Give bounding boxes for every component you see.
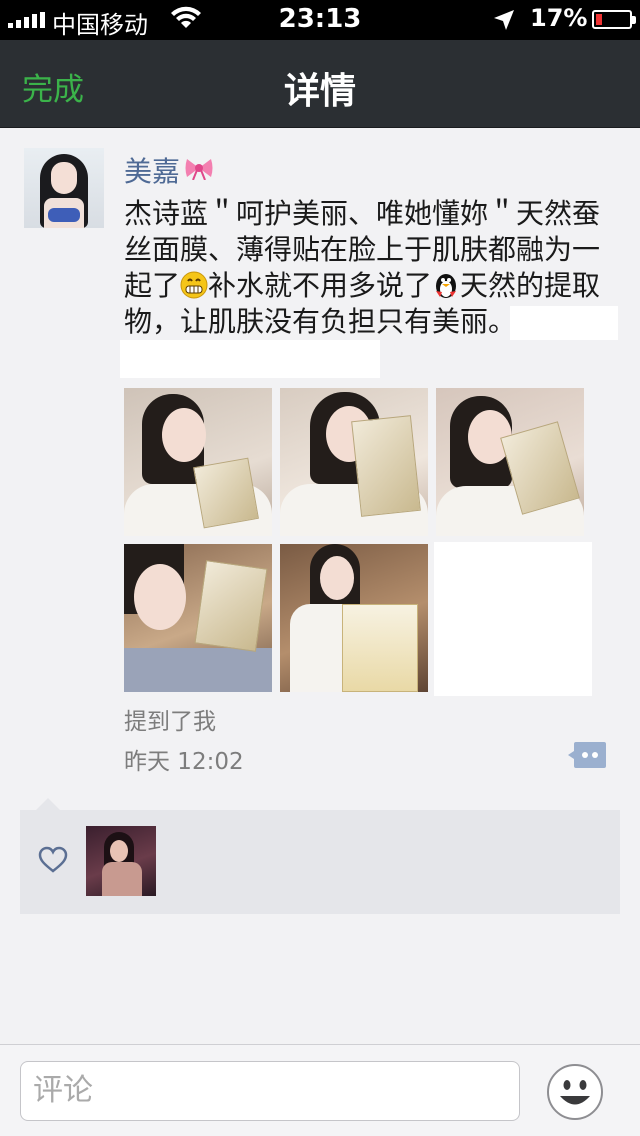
likes-panel [20,810,620,914]
photo-2[interactable] [280,388,428,536]
redacted-area [510,306,618,340]
likes-pointer [36,798,60,810]
page-title: 详情 [283,71,356,112]
comment-input-bar: 评论 [0,1044,640,1136]
location-arrow-icon [492,8,516,36]
status-bar: 中国移动 23:13 17% [0,0,640,40]
post-text-part2: 补水就不用多说了 [208,269,433,302]
grin-emoji [180,271,208,299]
nav-bar: 完成 详情 [0,40,640,128]
post-detail: 美嘉 杰诗蓝＂呵护美丽、唯她懂妳＂天然蚕丝面膜、薄得贴在脸上于肌肤都融为一起了补… [0,128,640,1044]
comment-input[interactable]: 评论 [20,1061,520,1121]
penguin-emoji [432,271,460,299]
author-avatar[interactable] [24,148,104,228]
emoji-button[interactable] [546,1063,604,1121]
author-name-text: 美嘉 [124,155,181,188]
comment-bubble-icon [568,742,606,768]
liker-avatar[interactable] [86,826,156,896]
bow-emoji [184,154,214,187]
battery-icon [592,10,636,29]
redacted-area [120,340,380,378]
photo-grid-blank [434,542,592,696]
heart-icon [38,846,68,874]
battery-percent: 17% [530,4,588,32]
comment-button[interactable] [566,740,608,770]
smiley-icon [547,1064,603,1120]
mention-label[interactable]: 提到了我 [124,702,216,736]
photo-3[interactable] [436,388,584,536]
photo-5[interactable] [280,544,428,692]
author-name[interactable]: 美嘉 [124,150,214,190]
photo-4[interactable] [124,544,272,692]
photo-1[interactable] [124,388,272,536]
post-timestamp: 昨天 12:02 [124,749,244,775]
